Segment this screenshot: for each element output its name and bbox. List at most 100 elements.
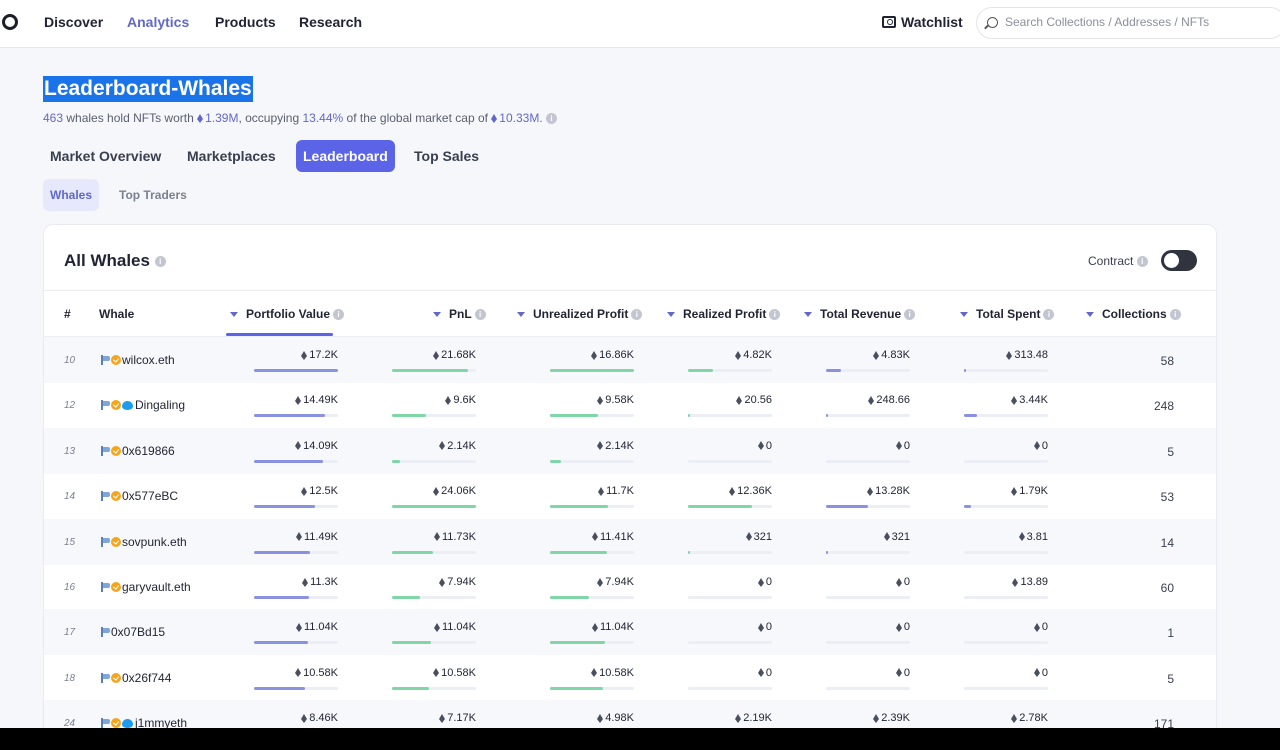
whale-cell[interactable]: garyvault.eth: [100, 580, 191, 594]
table-row[interactable]: 24 j1mmyeth 8.46K 7.17K 4.98K 2.19K 2.39K 2.78K…: [44, 700, 1216, 728]
eth-icon: [745, 532, 752, 542]
whale-cell[interactable]: 0x619866: [100, 444, 175, 458]
pnl-cell: 21.68K: [392, 337, 476, 383]
whale-cell[interactable]: wilcox.eth: [100, 353, 175, 367]
subtab-whales[interactable]: Whales: [43, 179, 100, 211]
realized-cell: 0: [688, 609, 772, 655]
pnl-bar: [392, 369, 476, 372]
nav-analytics[interactable]: Analytics: [127, 14, 189, 30]
realized-value: 0: [757, 576, 772, 588]
tab-marketplaces[interactable]: Marketplaces: [180, 140, 283, 172]
portfolio-value: 14.49K: [295, 394, 338, 406]
portfolio-value: 12.5K: [301, 485, 338, 497]
table-row[interactable]: 18 0x26f744 10.58K 10.58K 10.58K 0 0 0 5: [44, 655, 1216, 701]
logo-icon[interactable]: [2, 14, 18, 30]
info-icon[interactable]: i: [474, 309, 486, 321]
collections-value: 5: [1167, 671, 1174, 686]
unrealized-cell: 7.94K: [550, 564, 634, 610]
revenue-bar: [826, 596, 910, 599]
whale-cell[interactable]: 0x26f744: [100, 671, 171, 685]
whale-name[interactable]: 0x07Bd15: [111, 625, 165, 639]
info-icon[interactable]: i: [333, 309, 345, 321]
unrealized-bar-fill: [550, 550, 608, 554]
whale-name[interactable]: 0x577eBC: [122, 489, 178, 503]
table-row[interactable]: 13 0x619866 14.09K 2.14K 2.14K 0 0 0 5: [44, 427, 1216, 474]
whale-name[interactable]: 0x26f744: [122, 671, 171, 685]
nav-products[interactable]: Products: [215, 14, 276, 30]
table-row[interactable]: 12 Dingaling 14.49K 9.6K 9.58K 20.56 248.66 3.4…: [44, 382, 1216, 428]
col-portfolio-value[interactable]: Portfolio Value i: [230, 307, 345, 321]
whale-name[interactable]: Dingaling: [135, 398, 185, 412]
whale-cell[interactable]: sovpunk.eth: [100, 535, 187, 549]
realized-value: 0: [757, 440, 772, 452]
table-row[interactable]: 16 garyvault.eth 11.3K 7.94K 7.94K 0 0 13.89 60: [44, 564, 1216, 610]
realized-value: 0: [757, 667, 772, 679]
whale-name[interactable]: j1mmyeth: [135, 716, 187, 728]
subtab-top-traders[interactable]: Top Traders: [112, 179, 194, 211]
table-row[interactable]: 15 sovpunk.eth 11.49K 11.73K 11.41K 321 321 3.8…: [44, 518, 1216, 565]
realized-cell: 20.56: [688, 382, 772, 428]
realized-bar-fill: [688, 369, 714, 372]
info-icon[interactable]: i: [1169, 309, 1181, 321]
eth-icon: [295, 441, 302, 451]
whale-cell[interactable]: Dingaling: [100, 398, 185, 412]
eth-icon: [867, 486, 874, 496]
whale-cell[interactable]: 0x07Bd15: [100, 625, 165, 639]
eth-icon: [301, 350, 308, 360]
col-pnl[interactable]: PnL i: [433, 307, 486, 321]
revenue-value: 0: [895, 667, 910, 679]
unrealized-cell: 4.98K: [550, 700, 634, 728]
pnl-bar-fill: [392, 414, 426, 418]
table-row[interactable]: 10 wilcox.eth 17.2K 21.68K 16.86K 4.82K 4.83K 3…: [44, 337, 1216, 383]
portfolio-cell: 11.04K: [254, 609, 338, 655]
flag-icon: [100, 400, 110, 411]
tab-market-overview[interactable]: Market Overview: [43, 140, 168, 172]
info-icon[interactable]: i: [904, 309, 916, 321]
unrealized-value: 7.94K: [597, 576, 634, 588]
contract-toggle[interactable]: [1161, 250, 1197, 271]
info-icon[interactable]: i: [154, 256, 166, 268]
unrealized-bar-fill: [550, 641, 605, 645]
info-icon[interactable]: i: [631, 309, 643, 321]
watchlist-button[interactable]: Watchlist: [882, 14, 963, 30]
col-unrealized-profit[interactable]: Unrealized Profit i: [517, 307, 643, 321]
twitter-icon[interactable]: [122, 718, 133, 728]
row-rank: 17: [64, 627, 76, 639]
portfolio-bar-fill: [254, 686, 306, 690]
nav-discover[interactable]: Discover: [44, 14, 103, 30]
pnl-cell: 24.06K: [392, 473, 476, 519]
twitter-icon[interactable]: [122, 400, 133, 410]
whale-name[interactable]: sovpunk.eth: [122, 535, 187, 549]
info-icon[interactable]: i: [1043, 309, 1055, 321]
pnl-value: 21.68K: [433, 349, 476, 361]
col-total-spent[interactable]: Total Spent i: [960, 307, 1055, 321]
tab-top-sales[interactable]: Top Sales: [407, 140, 486, 172]
unrealized-cell: 11.04K: [550, 609, 634, 655]
sort-caret-icon: [804, 312, 812, 318]
market-cap-value: 10.33M.: [499, 111, 543, 125]
tab-leaderboard[interactable]: Leaderboard: [296, 140, 395, 172]
realized-bar: [688, 414, 772, 418]
realized-cell: 0: [688, 564, 772, 610]
pnl-value: 11.04K: [433, 621, 476, 633]
info-icon[interactable]: i: [1136, 256, 1148, 268]
table-row[interactable]: 14 0x577eBC 12.5K 24.06K 11.7K 12.36K 13.28K 1.…: [44, 473, 1216, 519]
search-box[interactable]: [976, 7, 1280, 39]
revenue-value: 321: [883, 531, 910, 543]
whale-name[interactable]: garyvault.eth: [122, 580, 191, 594]
eth-icon: [757, 668, 764, 678]
info-icon[interactable]: i: [546, 113, 557, 125]
table-row[interactable]: 17 0x07Bd15 11.04K 11.04K 11.04K 0 0 0 1: [44, 609, 1216, 656]
col-collections[interactable]: Collections i: [1086, 307, 1181, 321]
search-input[interactable]: [1005, 15, 1275, 29]
whale-name[interactable]: wilcox.eth: [122, 353, 175, 367]
revenue-bar-fill: [826, 414, 828, 418]
whale-name[interactable]: 0x619866: [122, 444, 175, 458]
whale-cell[interactable]: j1mmyeth: [100, 716, 187, 728]
col-total-revenue[interactable]: Total Revenue i: [804, 307, 916, 321]
row-rank: 15: [64, 536, 76, 548]
info-icon[interactable]: i: [769, 309, 781, 321]
whale-cell[interactable]: 0x577eBC: [100, 489, 178, 503]
col-realized-profit[interactable]: Realized Profit i: [667, 307, 781, 321]
nav-research[interactable]: Research: [299, 14, 362, 30]
